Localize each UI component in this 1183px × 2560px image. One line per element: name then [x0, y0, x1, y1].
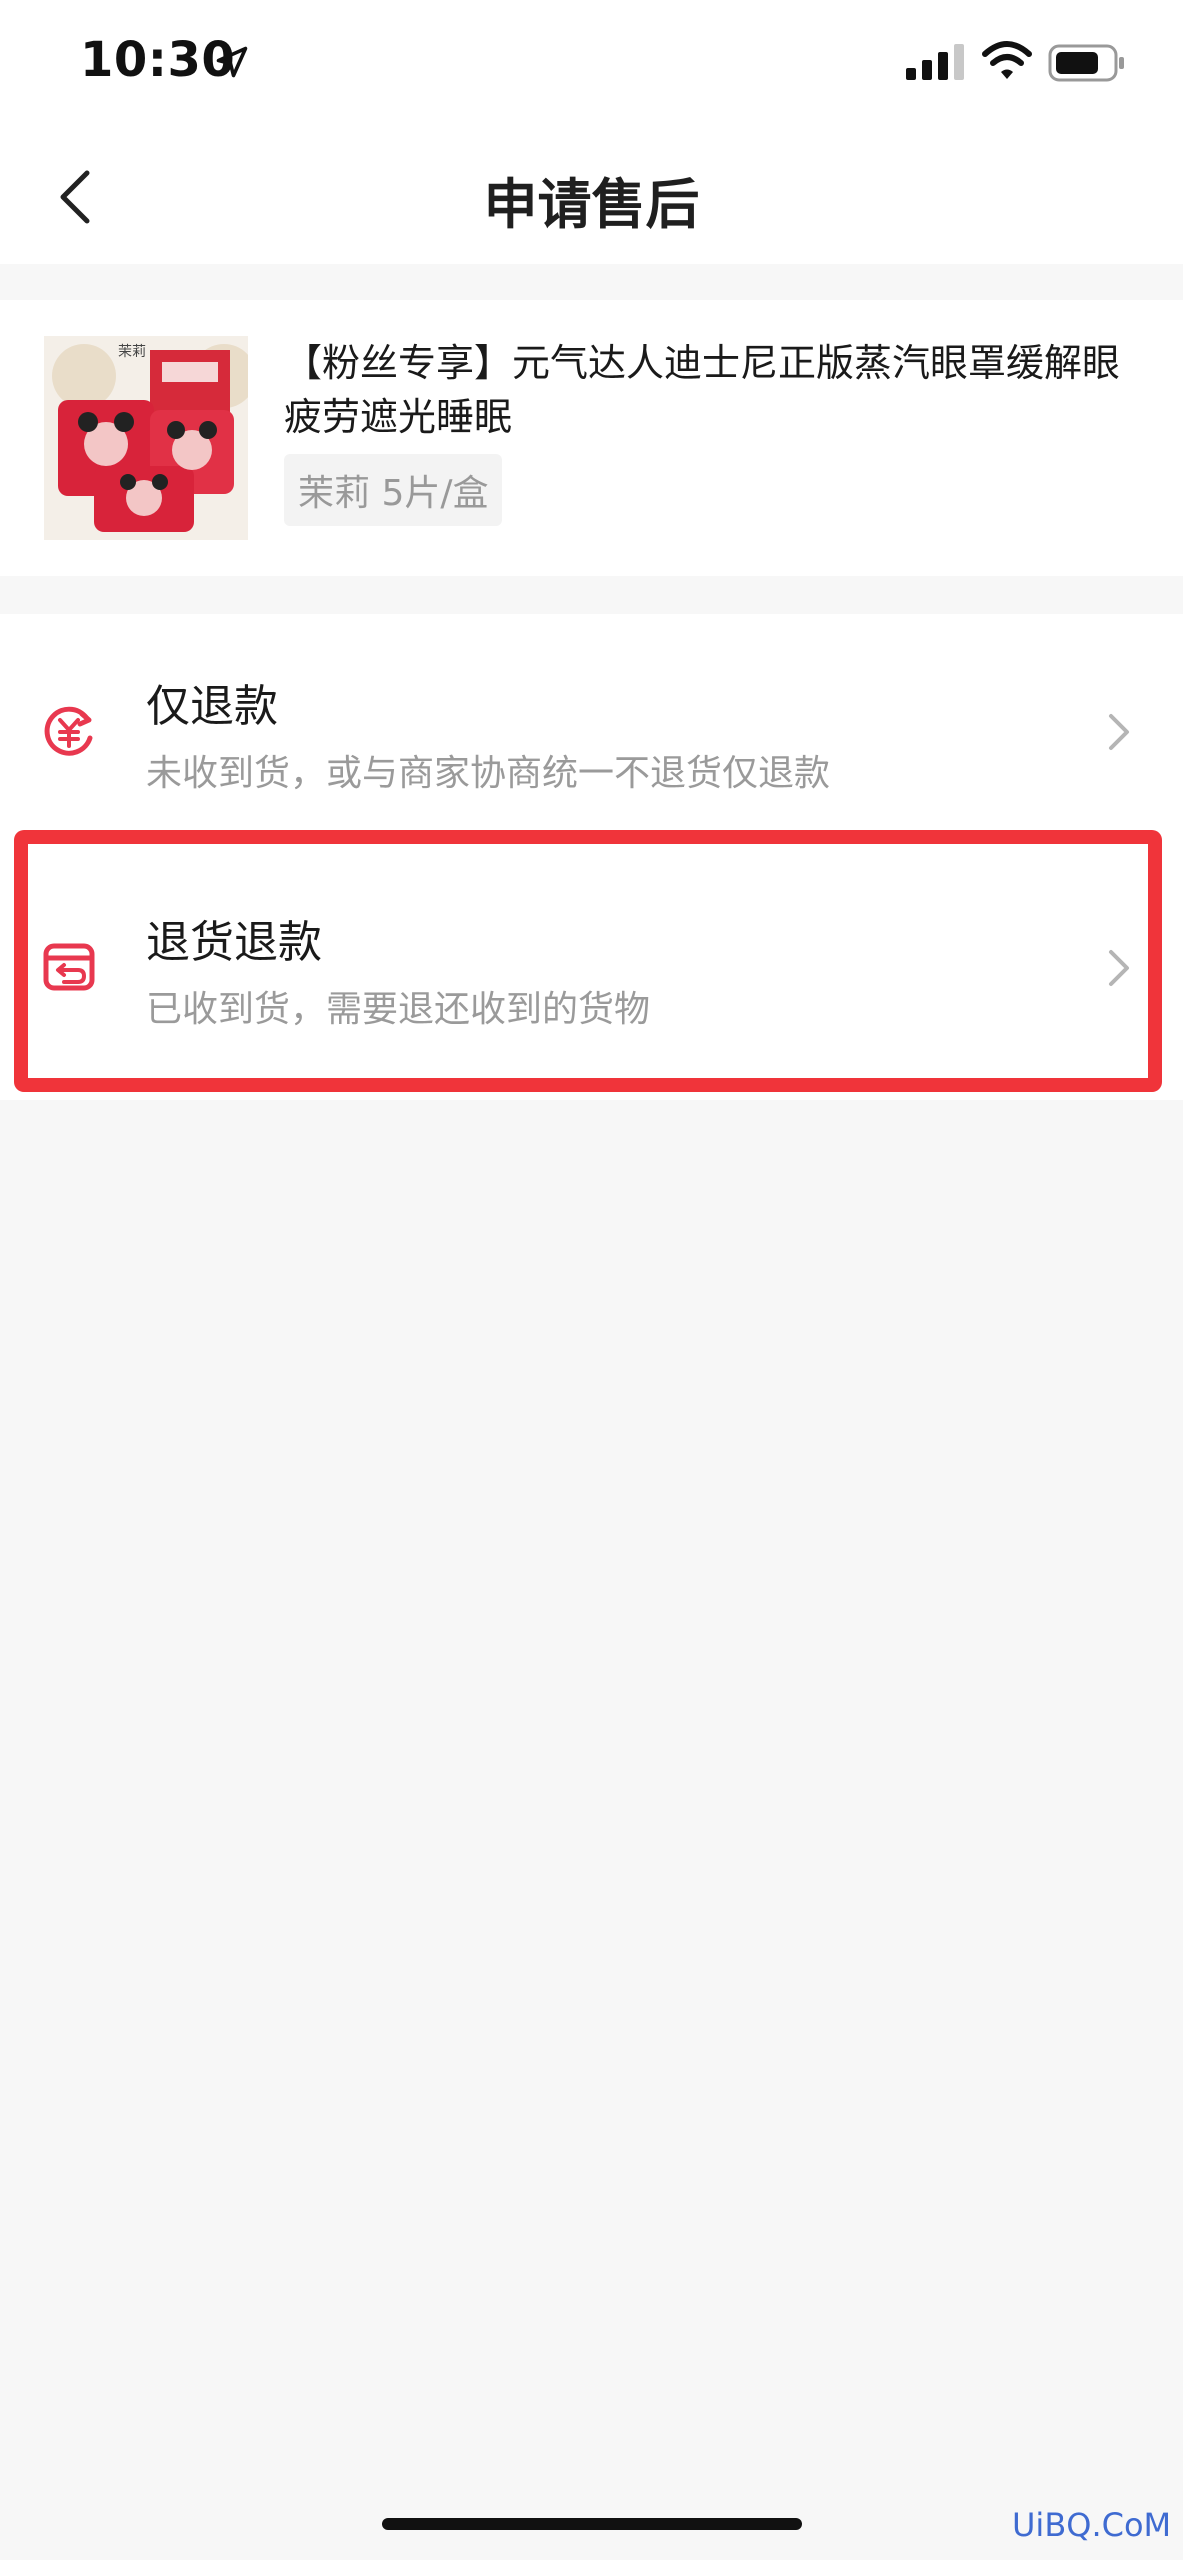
page-title: 申请售后 [483, 173, 700, 236]
return-box-icon [43, 943, 95, 991]
status-time: 10:30 [80, 32, 236, 88]
location-arrow-icon [216, 46, 248, 78]
signal-icon [906, 44, 964, 80]
chevron-right-icon [1109, 950, 1129, 986]
option-refund-only[interactable]: 仅退款 未收到货，或与商家协商统一不退货仅退款 [0, 614, 1183, 848]
option-description: 未收到货，或与商家协商统一不退货仅退款 [146, 753, 831, 794]
product-title: 【粉丝专享】元气达人迪士尼正版蒸汽眼罩缓解眼疲劳遮光睡眠 [284, 341, 1121, 439]
battery-icon [1048, 44, 1124, 82]
yuan-refund-icon [44, 706, 93, 756]
option-title: 仅退款 [146, 681, 278, 732]
after-sale-options: 仅退款 未收到货，或与商家协商统一不退货仅退款 退货退款 已收到货，需要退还收到… [0, 614, 1183, 1100]
product-card[interactable]: 茉莉 【粉丝专享】元气达人迪士尼正版蒸汽眼罩缓解眼疲劳遮光睡眠 茉莉 5片/盒 [0, 300, 1183, 576]
sku-tag: 茉莉 5片/盒 [284, 454, 503, 526]
product-image: 茉莉 [44, 336, 248, 540]
nav-bar: 申请售后 [0, 130, 1183, 264]
status-bar: 10:30 [0, 0, 1183, 130]
home-indicator[interactable] [382, 2518, 802, 2530]
option-description: 已收到货，需要退还收到的货物 [146, 989, 651, 1030]
product-thumbnail: 茉莉 [44, 336, 248, 540]
option-title: 退货退款 [146, 917, 322, 968]
wifi-icon [982, 41, 1032, 79]
option-return-and-refund[interactable]: 退货退款 已收到货，需要退还收到的货物 [0, 850, 1183, 1084]
product-image-brand-label: 茉莉 [118, 343, 146, 360]
watermark-text: UiBQ.CoM [1012, 2506, 1172, 2544]
chevron-right-icon [1109, 714, 1129, 750]
